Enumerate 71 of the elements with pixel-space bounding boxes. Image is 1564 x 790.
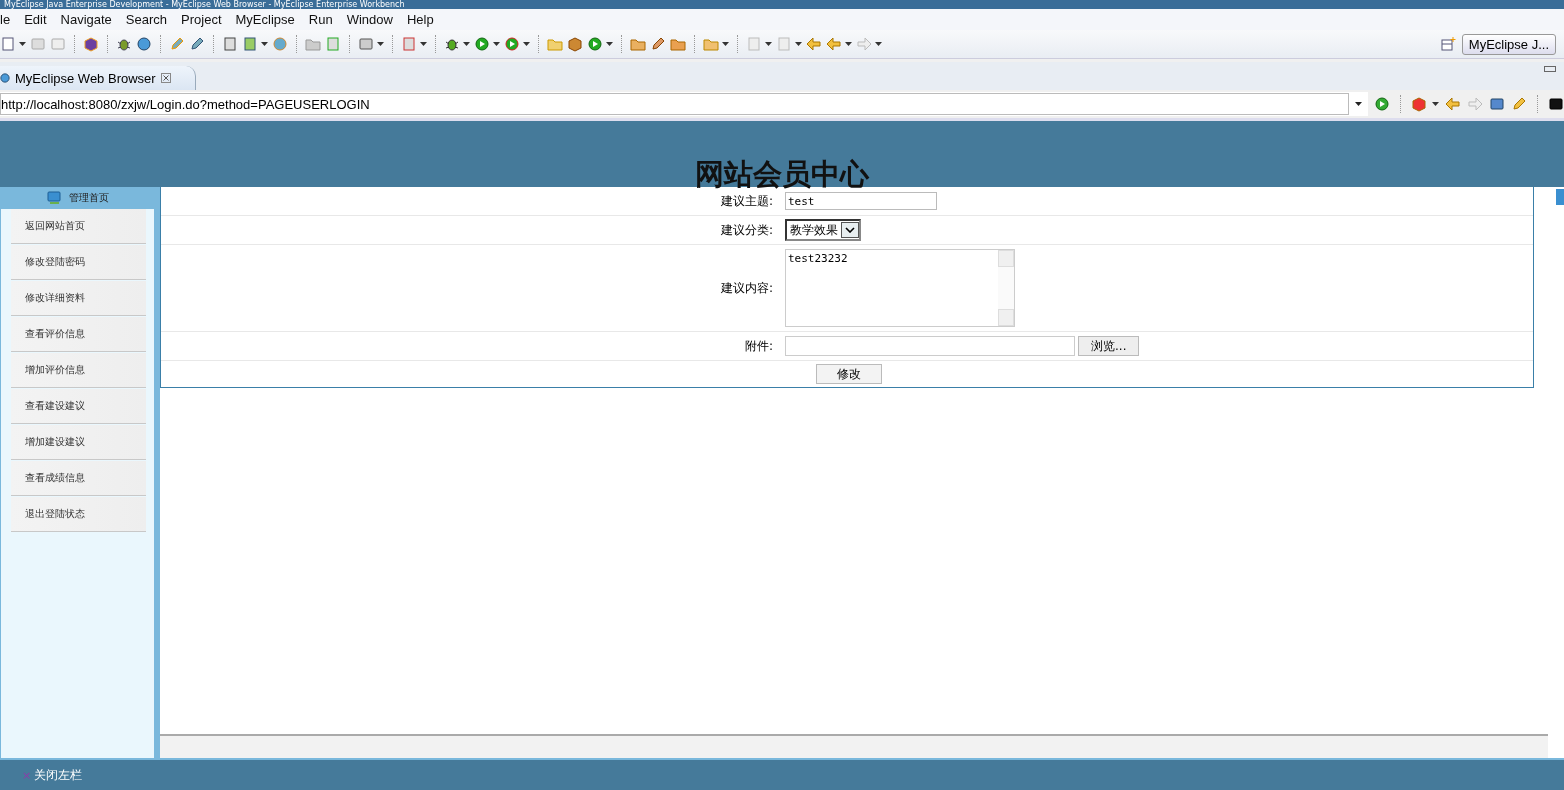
content-textarea[interactable]: test23232 (785, 249, 1015, 327)
category-dropdown[interactable]: 教学效果 (785, 219, 861, 241)
folder-icon[interactable] (670, 36, 686, 52)
cube-icon[interactable] (83, 36, 99, 52)
play-icon[interactable] (587, 36, 603, 52)
field-label: 建议主题: (719, 192, 774, 210)
dropdown-caret-icon[interactable] (19, 42, 26, 46)
pencil-icon[interactable] (650, 36, 666, 52)
dropdown-caret-icon[interactable] (261, 42, 268, 46)
page-title: 网站会员中心 (695, 157, 869, 191)
folder-icon[interactable] (630, 36, 646, 52)
menu-item[interactable]: Navigate (53, 12, 119, 27)
sidebar-link[interactable]: 增加建设建议 (11, 425, 146, 460)
address-field[interactable]: http://localhost:8080/zxjw/Login.do?method=PAGEUSERLOGIN (0, 93, 1349, 115)
dropdown-caret-icon[interactable] (377, 42, 384, 46)
text-field[interactable]: test (785, 192, 937, 210)
chevron-down-icon[interactable] (845, 227, 855, 233)
bug-icon[interactable] (444, 36, 460, 52)
dropdown-caret-icon[interactable] (875, 42, 882, 46)
dropdown-caret-icon[interactable] (463, 42, 470, 46)
window-plus-icon[interactable] (1439, 36, 1456, 52)
pencil-icon[interactable] (1511, 96, 1527, 112)
menu-item[interactable]: le (0, 12, 18, 27)
dropdown-caret-icon[interactable] (420, 42, 427, 46)
dropdown-caret-icon[interactable] (1355, 102, 1362, 106)
window-title: MyEclipse Java Enterprise Development - MyEclipse Web Browser - MyEclipse Enterprise Workbench (3, 0, 405, 9)
monitor-icon (46, 191, 63, 205)
dropdown-caret-icon[interactable] (722, 42, 729, 46)
scrollbar[interactable] (1556, 187, 1564, 758)
sidebar-link[interactable]: 查看评价信息 (11, 317, 146, 352)
sidebar-link[interactable]: 退出登陆状态 (11, 497, 146, 532)
play-icon[interactable] (474, 36, 490, 52)
sidebar-link[interactable]: 查看建设建议 (11, 389, 146, 424)
menu-item[interactable]: Project (174, 12, 229, 27)
menu-item[interactable]: Edit (17, 12, 54, 27)
menu-item[interactable]: MyEclipse (228, 12, 302, 27)
field-label: 建议内容: (719, 279, 774, 297)
dropdown-caret-icon[interactable] (493, 42, 500, 46)
submit-button[interactable]: 修改 (816, 364, 882, 384)
sidebar-link[interactable]: 修改登陆密码 (11, 245, 146, 280)
dropdown-caret-icon[interactable] (1432, 102, 1439, 106)
menu-item[interactable]: Run (301, 12, 340, 27)
menu-item[interactable]: Search (118, 12, 175, 27)
close-icon[interactable] (160, 73, 171, 83)
sidebar-link[interactable]: 修改详细资料 (11, 281, 146, 316)
pencil-icon[interactable] (189, 36, 205, 52)
dropdown-caret-icon[interactable] (606, 42, 613, 46)
close-sidebar-link[interactable]: 关闭左栏 (34, 766, 83, 784)
sidebar-link[interactable]: 查看成绩信息 (11, 461, 146, 496)
arrow-left-icon[interactable] (826, 36, 842, 52)
browser-tab[interactable]: MyEclipse Web Browser (0, 66, 196, 90)
field-label: 附件: (743, 337, 774, 355)
bug-icon[interactable] (116, 36, 132, 52)
dropdown-caret-icon[interactable] (795, 42, 802, 46)
play-icon[interactable] (1374, 96, 1390, 112)
sidebar-link[interactable]: 增加评价信息 (11, 353, 146, 388)
dropdown-caret-icon[interactable] (765, 42, 772, 46)
menu-item[interactable]: Window (339, 12, 400, 27)
sidebar-title: 管理首页 (68, 191, 109, 205)
sidebar-link[interactable]: 返回网站首页 (11, 209, 146, 244)
dropdown-caret-icon[interactable] (523, 42, 530, 46)
file-path-field[interactable] (785, 336, 1075, 356)
perspective-button[interactable]: MyEclipse J... (1461, 33, 1556, 55)
arrow-left-icon[interactable] (806, 36, 822, 52)
play-icon[interactable] (504, 36, 520, 52)
arrow-left-icon[interactable] (1445, 96, 1461, 112)
menu-item[interactable]: Help (399, 12, 441, 27)
dropdown-caret-icon[interactable] (845, 42, 852, 46)
browse-button[interactable]: 浏览... (1078, 336, 1140, 356)
field-label: 建议分类: (719, 221, 774, 239)
minimize-icon[interactable] (1544, 66, 1556, 72)
